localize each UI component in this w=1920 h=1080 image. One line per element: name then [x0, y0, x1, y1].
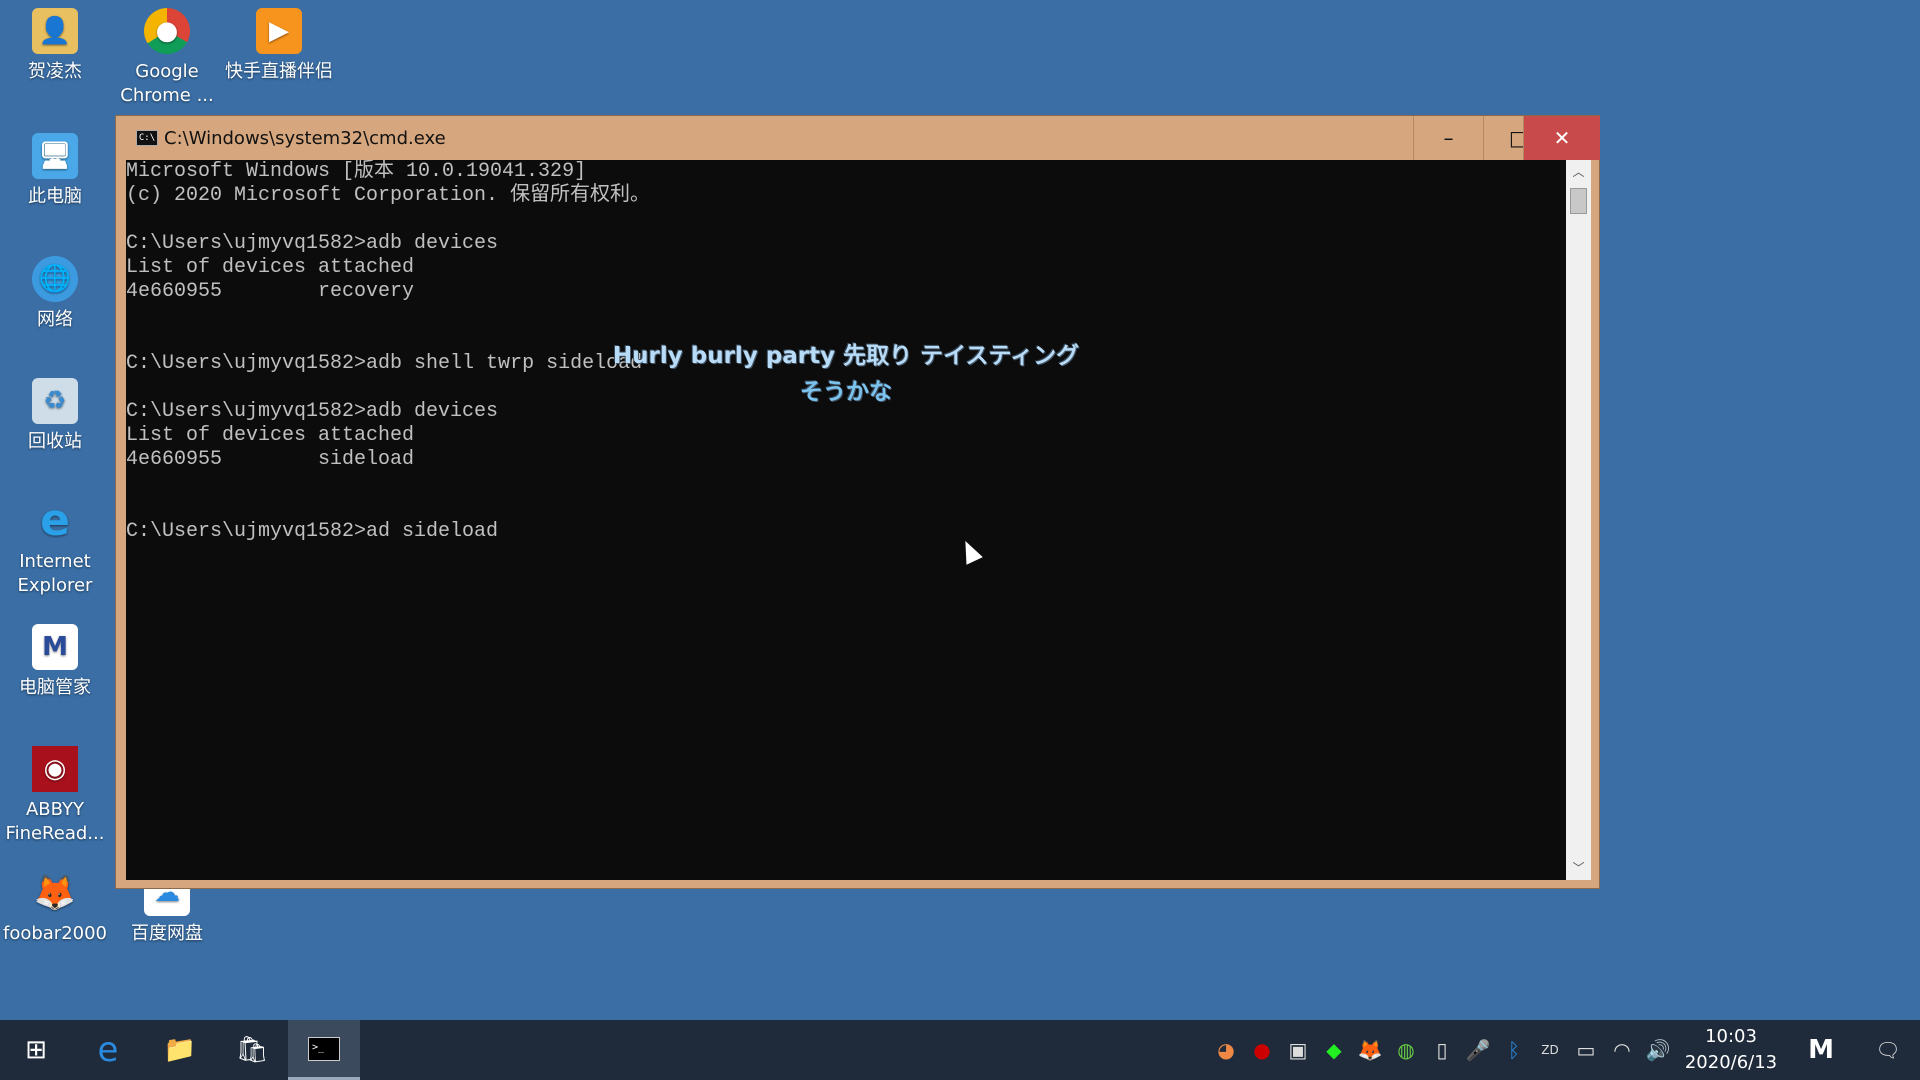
icon-label: Google Chrome ...	[120, 61, 214, 106]
usb-icon[interactable]: ▯	[1424, 1038, 1460, 1062]
icon-label: ABBYY FineRead...	[5, 799, 105, 844]
start-button[interactable]: ⊞	[0, 1020, 72, 1080]
console-line: 4e660955 sideload	[126, 448, 415, 471]
console-line: Microsoft Windows [版本 10.0.19041.329]	[126, 160, 587, 183]
foobar-icon: 🦊	[33, 873, 77, 913]
chrome-dev-icon: ●	[144, 8, 190, 54]
scroll-down-icon[interactable]: ﹀	[1566, 856, 1591, 880]
title-bar[interactable]: C:\ C:\Windows\system32\cmd.exe – □ ✕	[116, 116, 1600, 160]
clock[interactable]: 10:03 2020/6/13	[1676, 1024, 1786, 1076]
exit-tray-icon[interactable]: ▣	[1280, 1038, 1316, 1062]
record-icon[interactable]: ●	[1244, 1038, 1280, 1062]
edge-icon[interactable]: e	[72, 1020, 144, 1080]
desktop-icon-ie[interactable]: e Internet Explorer	[0, 498, 110, 598]
network-icon: 🌐	[32, 256, 78, 302]
input-method-icon[interactable]: ZD	[1532, 1043, 1568, 1057]
foobar-tray-icon[interactable]: 🦊	[1352, 1038, 1388, 1062]
subtitle-line-2: そうかな	[800, 379, 892, 405]
close-button[interactable]: ✕	[1523, 116, 1600, 160]
computer-icon: 🖥	[32, 133, 78, 179]
abbyy-icon: ◉	[32, 746, 78, 792]
file-explorer-icon[interactable]: 📁	[144, 1020, 216, 1080]
date: 2020/6/13	[1684, 1052, 1778, 1073]
icon-label: 回收站	[28, 431, 82, 452]
wifi-icon[interactable]: ◠	[1604, 1038, 1640, 1062]
ie-icon: e	[40, 495, 70, 546]
icon-label: 网络	[37, 309, 73, 330]
desktop-icon-abbyy[interactable]: ◉ ABBYY FineRead...	[0, 746, 110, 846]
cmd-window[interactable]: C:\ C:\Windows\system32\cmd.exe – □ ✕ Mi…	[115, 115, 1600, 889]
scroll-up-icon[interactable]: ︿	[1566, 160, 1591, 184]
desktop-icon-kuaishou[interactable]: ▶ 快手直播伴侣	[224, 8, 334, 84]
battery-icon[interactable]: ▭	[1568, 1038, 1604, 1062]
desktop-icon-pc-manager[interactable]: M 电脑管家	[0, 624, 110, 700]
taskbar: ⊞ e 📁 🛍 >_ ◕ ● ▣ ◆ 🦊 ◍ ▯ 🎤 ᛒ ZD ▭ ◠ 🔊 10…	[0, 1020, 1920, 1080]
desktop-icon-recycle-bin[interactable]: ♻ 回收站	[0, 378, 110, 454]
cmd-taskbar-button[interactable]: >_	[288, 1020, 360, 1080]
console-line: C:\Users\ujmyvq1582>ad sideload	[126, 520, 499, 543]
recycle-bin-icon: ♻	[32, 378, 78, 424]
desktop-icon-computer[interactable]: 🖥 此电脑	[0, 133, 110, 209]
green-diamond-icon[interactable]: ◆	[1316, 1038, 1352, 1062]
icon-label: 贺凌杰	[28, 61, 82, 82]
download-manager-icon[interactable]: ◍	[1388, 1038, 1424, 1062]
console-line: C:\Users\ujmyvq1582>adb devices	[126, 232, 499, 255]
scrollbar[interactable]: ︿ ﹀	[1566, 160, 1591, 880]
kuaishou-icon: ▶	[256, 8, 302, 54]
microphone-icon[interactable]: 🎤	[1460, 1038, 1496, 1062]
pc-manager-icon: M	[32, 624, 78, 670]
pc-manager-tray-icon[interactable]: M	[1786, 1035, 1856, 1065]
subtitle-line-1: Hurly burly party 先取り テイスティング	[612, 343, 1080, 369]
desktop-icon-user-folder[interactable]: 👤 贺凌杰	[0, 8, 110, 84]
cmd-icon: C:\	[136, 130, 158, 146]
bluetooth-icon[interactable]: ᛒ	[1496, 1038, 1532, 1062]
minimize-button[interactable]: –	[1413, 116, 1483, 160]
console-line: List of devices attached	[126, 424, 415, 447]
console-line: (c) 2020 Microsoft Corporation. 保留所有权利。	[126, 184, 651, 207]
store-icon[interactable]: 🛍	[216, 1020, 288, 1080]
volume-icon[interactable]: 🔊	[1640, 1038, 1676, 1062]
scrollbar-thumb[interactable]	[1570, 188, 1587, 214]
desktop-icon-chrome[interactable]: ● Google Chrome ...	[112, 8, 222, 108]
time: 10:03	[1705, 1026, 1757, 1047]
icon-label: 快手直播伴侣	[225, 61, 333, 82]
user-folder-icon: 👤	[32, 8, 78, 54]
desktop-icon-network[interactable]: 🌐 网络	[0, 256, 110, 332]
notification-center-icon[interactable]: 🗨	[1856, 1038, 1920, 1062]
console-line: List of devices attached	[126, 256, 415, 279]
icon-label: 百度网盘	[131, 923, 203, 944]
icon-label: 此电脑	[28, 186, 82, 207]
chrome-tray-icon[interactable]: ◕	[1208, 1038, 1244, 1062]
icon-label: Internet Explorer	[17, 551, 93, 596]
icon-label: 电脑管家	[19, 677, 91, 698]
console-line: 4e660955 recovery	[126, 280, 415, 303]
window-title: C:\Windows\system32\cmd.exe	[164, 127, 446, 149]
console-output[interactable]: Microsoft Windows [版本 10.0.19041.329] (c)…	[126, 160, 1566, 880]
system-tray: ◕ ● ▣ ◆ 🦊 ◍ ▯ 🎤 ᛒ ZD ▭ ◠ 🔊 10:03 2020/6/1…	[1208, 1020, 1920, 1080]
desktop-icon-foobar[interactable]: 🦊 foobar2000	[0, 870, 110, 946]
icon-label: foobar2000	[2, 923, 108, 944]
